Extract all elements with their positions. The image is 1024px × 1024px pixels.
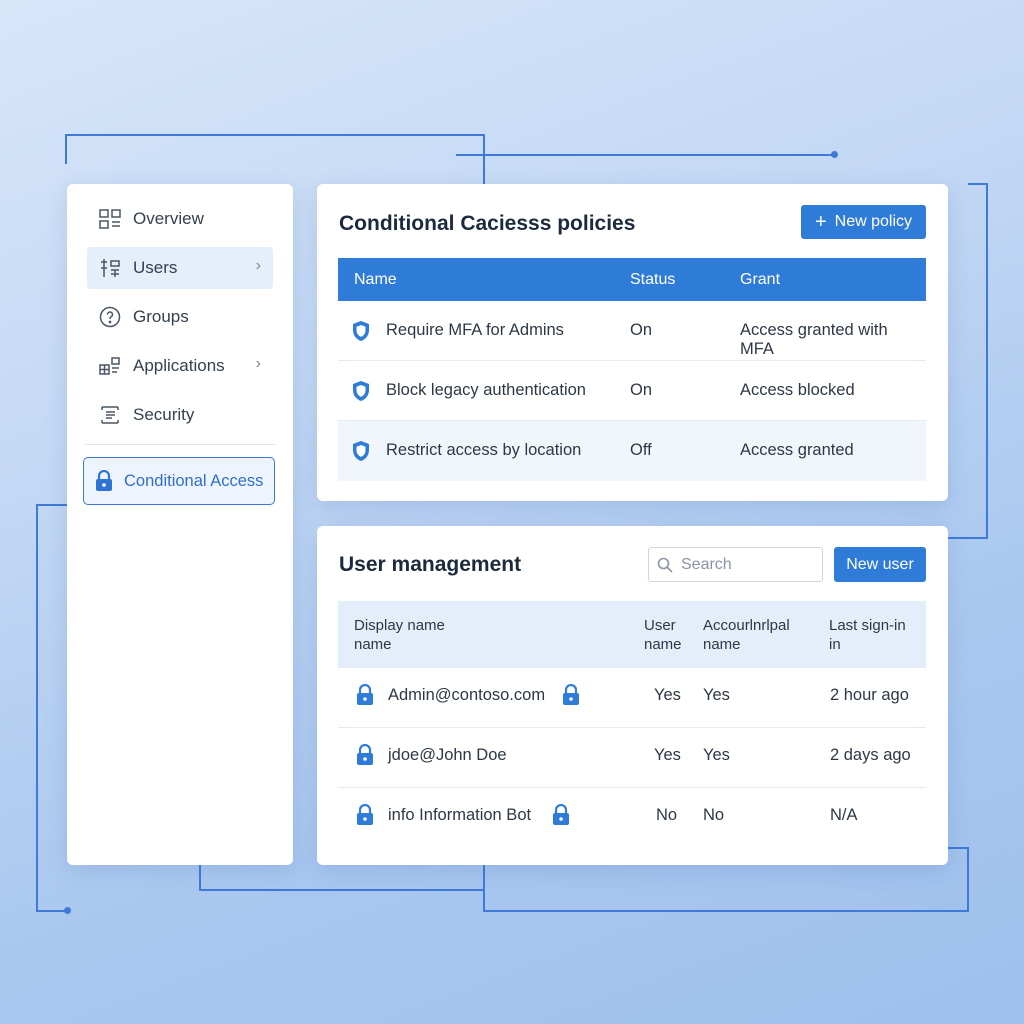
- sidebar-item-applications[interactable]: Applications ›: [87, 345, 273, 387]
- policy-status: Off: [630, 441, 652, 459]
- column-header-user-name[interactable]: User name: [644, 616, 682, 654]
- lock-icon: [553, 804, 569, 825]
- shield-icon: [353, 321, 369, 341]
- column-header-line: in: [829, 636, 841, 653]
- table-row[interactable]: Block legacy authentication On Access bl…: [338, 361, 926, 421]
- shield-icon: [353, 381, 369, 401]
- new-policy-label: New policy: [834, 213, 913, 230]
- sidebar-item-label: Groups: [133, 307, 189, 326]
- policy-status: On: [630, 321, 653, 339]
- new-user-button[interactable]: New user: [834, 547, 926, 582]
- security-icon: [97, 404, 123, 426]
- sidebar-item-overview[interactable]: Overview: [87, 198, 273, 240]
- lock-icon: [357, 804, 373, 825]
- sidebar-item-label: Applications: [133, 356, 225, 375]
- search-placeholder: Search: [681, 555, 732, 573]
- users-icon: [97, 257, 123, 279]
- applications-icon: [97, 355, 123, 377]
- user-user-name: Yes: [654, 686, 681, 704]
- column-header-line: User: [644, 617, 676, 634]
- column-header-line: name: [354, 636, 392, 653]
- user-last-sign-in: 2 days ago: [830, 746, 911, 764]
- lock-icon: [357, 744, 373, 765]
- user-principal-name: Yes: [703, 746, 730, 764]
- column-header-line: Last sign-in: [829, 617, 906, 634]
- user-principal-name: No: [703, 806, 725, 824]
- column-header-name[interactable]: Name: [354, 271, 397, 289]
- chevron-right-icon: ›: [255, 355, 261, 372]
- policy-grant: Access granted with MFA: [740, 321, 888, 358]
- new-policy-button[interactable]: + New policy: [801, 205, 926, 239]
- table-row[interactable]: jdoe@John Doe Yes Yes 2 days ago: [338, 728, 926, 788]
- plus-icon: +: [814, 211, 827, 233]
- sidebar-item-label: Security: [133, 405, 195, 424]
- shield-icon: [353, 441, 369, 461]
- policy-name: Block legacy authentication: [386, 381, 586, 399]
- sidebar-item-label: Overview: [133, 209, 204, 228]
- column-header-status[interactable]: Status: [630, 271, 675, 289]
- column-header-line: Display name: [354, 617, 445, 634]
- policies-table-header: Name Status Grant: [338, 258, 926, 301]
- column-header-display-name[interactable]: Display name name: [354, 616, 445, 654]
- column-header-principal-name[interactable]: Accourlnrlpal name: [703, 616, 790, 654]
- column-header-line: Accourlnrlpal: [703, 617, 790, 634]
- column-header-last-sign-in[interactable]: Last sign-in in: [829, 616, 906, 654]
- users-table-header: Display name name User name Accourlnrlpa…: [338, 601, 926, 668]
- table-row[interactable]: Restrict access by location Off Access g…: [338, 421, 926, 481]
- lock-icon: [357, 684, 373, 705]
- sidebar-item-label: Users: [133, 258, 178, 277]
- overview-icon: [97, 208, 123, 230]
- policies-title: Conditional Caciesss policies: [339, 212, 636, 235]
- search-input[interactable]: Search: [648, 547, 823, 582]
- policy-name: Restrict access by location: [386, 441, 582, 459]
- users-card: User management Search New user Display …: [317, 526, 948, 865]
- table-row[interactable]: Require MFA for Admins On Access granted…: [338, 301, 926, 361]
- policy-grant: Access blocked: [740, 381, 855, 399]
- sidebar-item-security[interactable]: Security: [87, 394, 273, 436]
- policy-name: Require MFA for Admins: [386, 321, 564, 339]
- users-title: User management: [339, 553, 522, 576]
- user-display-name: Admin@contoso.com: [388, 686, 546, 704]
- sidebar-item-label: Conditional Access: [124, 471, 264, 490]
- policy-grant: Access granted: [740, 441, 854, 459]
- column-header-line: name: [644, 636, 682, 653]
- lock-icon: [563, 684, 579, 705]
- user-display-name: jdoe@John Doe: [388, 746, 507, 764]
- sidebar-item-groups[interactable]: Groups: [87, 296, 273, 338]
- sidebar-item-users[interactable]: Users ›: [87, 247, 273, 289]
- column-header-line: name: [703, 636, 741, 653]
- search-icon: [657, 557, 673, 573]
- sidebar-item-conditional-access[interactable]: Conditional Access: [83, 457, 275, 505]
- user-display-name: info Information Bot: [388, 806, 532, 824]
- user-principal-name: Yes: [703, 686, 730, 704]
- policies-card: Conditional Caciesss policies + New poli…: [317, 184, 948, 501]
- user-user-name: No: [656, 806, 678, 824]
- sidebar: Overview Users › Groups Applications › S…: [67, 184, 293, 865]
- policy-status: On: [630, 381, 653, 399]
- column-header-grant[interactable]: Grant: [740, 271, 780, 289]
- table-row[interactable]: info Information Bot No No N/A: [338, 788, 926, 848]
- groups-icon: [97, 306, 123, 328]
- user-last-sign-in: 2 hour ago: [830, 686, 909, 704]
- user-last-sign-in: N/A: [830, 806, 858, 824]
- chevron-right-icon: ›: [255, 257, 261, 274]
- sidebar-divider: [85, 444, 275, 445]
- table-row[interactable]: Admin@contoso.com Yes Yes 2 hour ago: [338, 668, 926, 728]
- lock-icon: [94, 470, 114, 492]
- user-user-name: Yes: [654, 746, 681, 764]
